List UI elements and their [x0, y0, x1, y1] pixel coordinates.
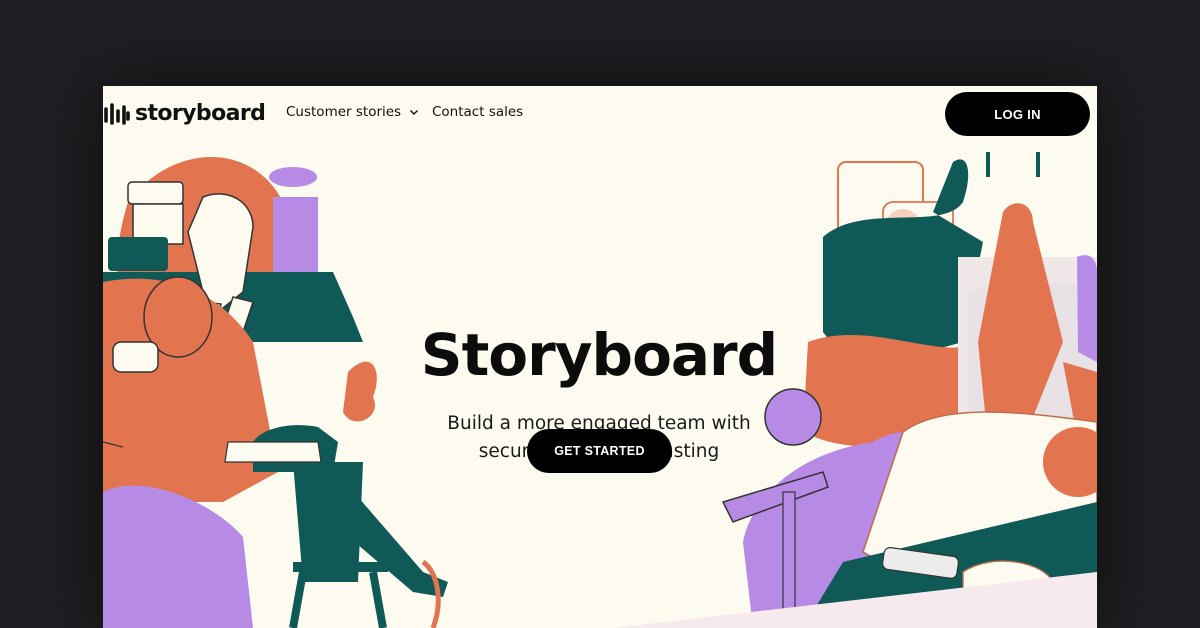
log-in-button[interactable]: LOG IN — [945, 92, 1090, 136]
nav-contact-sales[interactable]: Contact sales — [432, 104, 523, 120]
nav-customer-stories[interactable]: Customer stories — [286, 104, 419, 120]
nav-customer-stories-label: Customer stories — [286, 104, 402, 120]
browser-viewport: storyboard Customer stories Contact sale… — [103, 86, 1097, 628]
top-navigation: storyboard Customer stories Contact sale… — [103, 86, 1097, 142]
chevron-down-icon — [410, 110, 419, 115]
hero-title: Storyboard — [420, 321, 778, 389]
brand-logo[interactable]: storyboard — [103, 99, 266, 129]
nav-contact-sales-label: Contact sales — [432, 104, 524, 120]
wave-logo-icon — [104, 103, 130, 125]
brand-name: storyboard — [135, 101, 266, 126]
get-started-button[interactable]: GET STARTED — [527, 429, 672, 473]
hero-section: Storyboard Build a more engaged team wit… — [103, 142, 1097, 628]
